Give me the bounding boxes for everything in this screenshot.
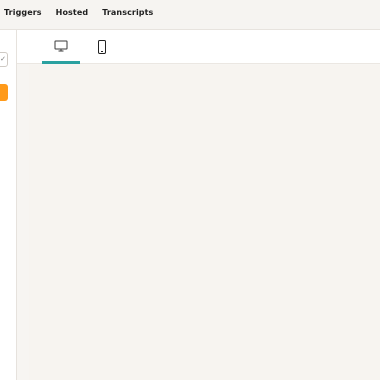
chevron-down-icon: ✓ (0, 55, 6, 63)
sidebar-action-button[interactable] (0, 84, 8, 101)
preview-area (29, 65, 380, 380)
mobile-icon (97, 40, 107, 54)
tab-desktop-view[interactable] (42, 30, 80, 64)
desktop-icon (54, 40, 68, 52)
editor-canvas (17, 30, 380, 380)
tab-mobile-view[interactable] (83, 30, 121, 64)
nav-item-triggers[interactable]: Triggers (4, 8, 42, 17)
top-navigation-bar: Triggers Hosted Transcripts (0, 0, 380, 30)
nav-item-transcripts[interactable]: Transcripts (102, 8, 153, 17)
left-sidebar: ✓ (0, 30, 17, 380)
sidebar-dropdown[interactable]: ✓ (0, 52, 8, 67)
top-nav: Triggers Hosted Transcripts (4, 8, 153, 17)
device-toggle-bar (17, 30, 380, 64)
nav-item-hosted[interactable]: Hosted (56, 8, 89, 17)
